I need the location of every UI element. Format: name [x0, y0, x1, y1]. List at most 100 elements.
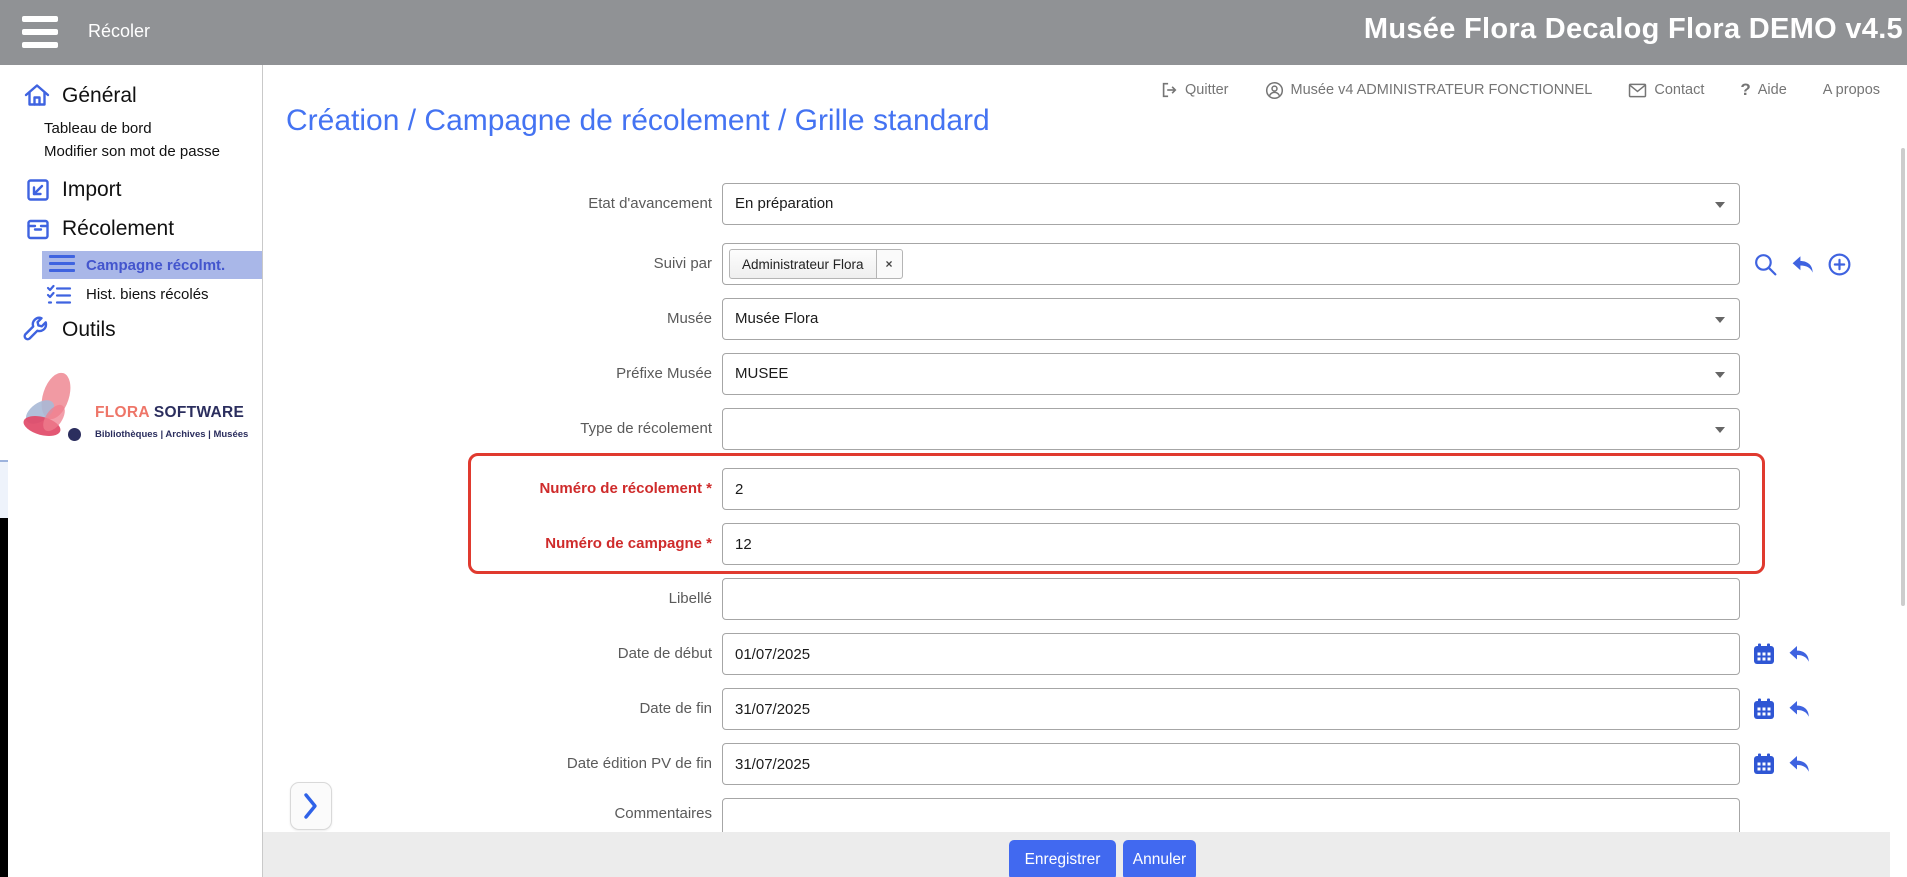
form-row-date-debut: Date de début	[432, 633, 1882, 675]
libelle-input[interactable]	[722, 578, 1740, 620]
musee-select[interactable]: Musée Flora	[722, 298, 1740, 340]
brand-software: SOFTWARE	[154, 404, 244, 421]
date-edition-pv-actions	[1752, 743, 1812, 785]
hamburger-bar	[22, 29, 58, 35]
search-icon[interactable]	[1752, 251, 1779, 278]
app-title: Musée Flora Decalog Flora DEMO v4.5	[1364, 13, 1903, 46]
selected-value: Musée Flora	[735, 299, 818, 339]
expand-panel-button[interactable]	[290, 782, 332, 830]
sidebar-item-hist-biens-recoles[interactable]: Hist. biens récolés	[86, 286, 209, 303]
user-icon	[1265, 81, 1284, 100]
chevron-down-icon	[1715, 427, 1725, 433]
sidebar-item-recolement[interactable]: Récolement	[62, 217, 174, 241]
sidebar-item-dashboard[interactable]: Tableau de bord	[44, 120, 152, 137]
recolement-box-icon	[24, 215, 52, 243]
user-label: Musée v4 ADMINISTRATEUR FONCTIONNEL	[1291, 82, 1593, 98]
form-row-type-recolement: Type de récolement	[432, 408, 1882, 450]
calendar-icon[interactable]	[1752, 752, 1776, 776]
module-label: Récoler	[88, 21, 150, 42]
brand-flora: FLORA	[95, 404, 149, 421]
calendar-icon[interactable]	[1752, 697, 1776, 721]
sidebar-item-change-password[interactable]: Modifier son mot de passe	[44, 143, 220, 160]
selected-value: En préparation	[735, 184, 833, 224]
import-icon	[24, 176, 52, 204]
hamburger-menu-icon[interactable]	[22, 16, 58, 49]
sidebar-item-outils[interactable]: Outils	[62, 318, 116, 342]
field-label: Suivi par	[432, 243, 712, 285]
brand-name: FLORA SOFTWARE	[95, 404, 244, 422]
save-button[interactable]: Enregistrer	[1009, 840, 1116, 877]
type-recolement-select[interactable]	[722, 408, 1740, 450]
undo-icon[interactable]	[1786, 641, 1812, 667]
undo-icon[interactable]	[1786, 696, 1812, 722]
undo-icon[interactable]	[1789, 251, 1816, 278]
contact-link[interactable]: Contact	[1628, 82, 1704, 98]
tag-remove-button[interactable]: ×	[876, 250, 902, 278]
left-edge-black-strip	[0, 518, 8, 877]
sidebar-item-label: Campagne récolmt.	[86, 257, 225, 274]
sidebar-item-campagne-recolement[interactable]: Campagne récolmt.	[42, 251, 262, 279]
sidebar-item-import[interactable]: Import	[62, 178, 122, 202]
suivi-par-actions	[1752, 243, 1853, 285]
sidebar-divider	[262, 65, 263, 877]
footer-action-bar: Enregistrer Annuler	[263, 832, 1890, 877]
form-row-libelle: Libellé	[432, 578, 1882, 620]
chevron-down-icon	[1715, 372, 1725, 378]
undo-icon[interactable]	[1786, 751, 1812, 777]
form-row-date-edition-pv: Date édition PV de fin	[432, 743, 1882, 785]
form-row-prefixe-musee: Préfixe Musée MUSEE	[432, 353, 1882, 395]
cancel-button[interactable]: Annuler	[1123, 840, 1196, 877]
numero-recolement-input[interactable]	[722, 468, 1740, 510]
field-label: Commentaires	[432, 798, 712, 825]
form-row-musee: Musée Musée Flora	[432, 298, 1882, 340]
field-label: Préfixe Musée	[432, 353, 712, 395]
checklist-icon	[46, 284, 72, 306]
form-row-numero-campagne: Numéro de campagne *	[432, 523, 1882, 565]
help-link[interactable]: ? Aide	[1740, 80, 1786, 100]
calendar-icon[interactable]	[1752, 642, 1776, 666]
date-debut-actions	[1752, 633, 1812, 675]
app-window: Récoler Musée Flora Decalog Flora DEMO v…	[0, 0, 1907, 877]
selected-value: MUSEE	[735, 354, 788, 394]
left-edge-panel	[0, 460, 8, 518]
header-bar: Récoler Musée Flora Decalog Flora DEMO v…	[0, 0, 1907, 65]
etat-avancement-select[interactable]: En préparation	[722, 183, 1740, 225]
about-label: A propos	[1823, 82, 1880, 98]
mail-icon	[1628, 83, 1647, 98]
field-label-required: Numéro de campagne *	[432, 523, 712, 565]
date-edition-pv-input[interactable]	[722, 743, 1740, 785]
tag-chip: Administrateur Flora ×	[729, 249, 903, 279]
chevron-right-icon	[303, 792, 319, 820]
hamburger-bar	[22, 16, 58, 22]
about-link[interactable]: A propos	[1823, 82, 1880, 98]
date-debut-input[interactable]	[722, 633, 1740, 675]
chevron-down-icon	[1715, 317, 1725, 323]
prefixe-musee-select[interactable]: MUSEE	[722, 353, 1740, 395]
contact-label: Contact	[1654, 82, 1704, 98]
add-circle-icon[interactable]	[1826, 251, 1853, 278]
brand-dot	[68, 428, 81, 441]
page-title: Création / Campagne de récolement / Gril…	[286, 104, 990, 138]
form-row-etat-avancement: Etat d'avancement En préparation	[432, 183, 1882, 225]
suivi-par-tags-field[interactable]: Administrateur Flora ×	[722, 243, 1740, 285]
field-label: Date de fin	[432, 688, 712, 730]
form-row-numero-recolement: Numéro de récolement *	[432, 468, 1882, 510]
field-label: Musée	[432, 298, 712, 340]
field-label: Etat d'avancement	[432, 183, 712, 225]
numero-campagne-input[interactable]	[722, 523, 1740, 565]
field-label: Type de récolement	[432, 408, 712, 450]
help-label: Aide	[1758, 82, 1787, 98]
sidebar-item-general[interactable]: Général	[62, 84, 137, 108]
field-label: Libellé	[432, 578, 712, 620]
user-menu[interactable]: Musée v4 ADMINISTRATEUR FONCTIONNEL	[1265, 81, 1593, 100]
field-label-required: Numéro de récolement *	[432, 468, 712, 510]
quit-link[interactable]: Quitter	[1160, 81, 1229, 99]
flora-software-logo: FLORA SOFTWARE Bibliothèques | Archives …	[0, 370, 262, 450]
date-fin-input[interactable]	[722, 688, 1740, 730]
field-label: Date édition PV de fin	[432, 743, 712, 785]
chevron-down-icon	[1715, 202, 1725, 208]
utility-links-bar: Quitter Musée v4 ADMINISTRATEUR FONCTION…	[1160, 78, 1907, 102]
vertical-scrollbar-thumb[interactable]	[1901, 148, 1905, 606]
brand-tagline: Bibliothèques | Archives | Musées	[95, 429, 248, 440]
tag-chip-label: Administrateur Flora	[730, 257, 876, 272]
